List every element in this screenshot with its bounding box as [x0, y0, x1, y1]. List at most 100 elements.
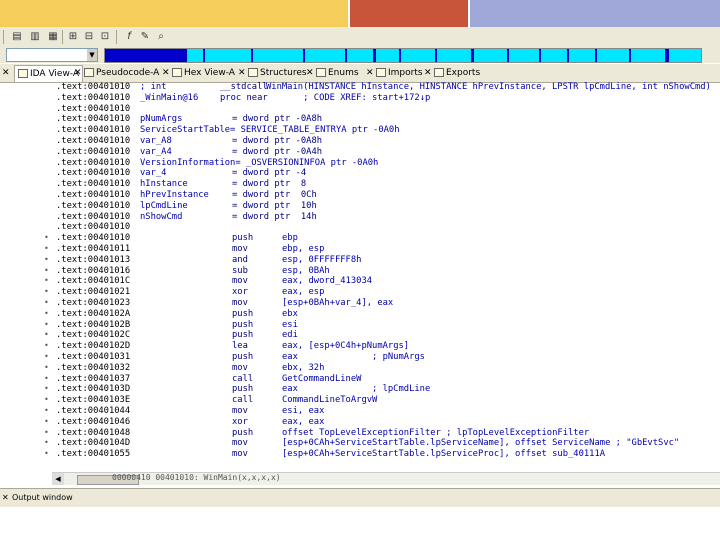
- listing-line[interactable]: .text:00401011 mov ebp, esp: [52, 244, 720, 255]
- line-label[interactable]: ; int: [140, 82, 166, 93]
- chart-icon[interactable]: ▥: [28, 30, 42, 43]
- tab-exports[interactable]: ✕ Exports: [424, 65, 480, 81]
- listing-line[interactable]: .text:0040102D lea eax, [esp+0C4h+pNumArgs…: [52, 341, 720, 352]
- close-icon[interactable]: ✕: [366, 65, 376, 81]
- line-label[interactable]: hInstance: [140, 179, 188, 190]
- line-operands[interactable]: edi: [282, 330, 298, 341]
- line-operands[interactable]: esi: [282, 320, 298, 331]
- disassembly-listing[interactable]: .text:00401010 ; int __stdcall WinMain(HINS…: [52, 82, 720, 460]
- tab-hex-view[interactable]: ✕ Hex View-A: [162, 65, 235, 81]
- line-label[interactable]: _WinMain@16: [140, 93, 198, 104]
- output-window[interactable]: [0, 507, 720, 540]
- listing-line[interactable]: .text:0040101C mov eax, dword_413034: [52, 276, 720, 287]
- line-operands[interactable]: eax: [282, 384, 298, 395]
- listing-line[interactable]: .text:00401013 and esp, 0FFFFFFF8h: [52, 255, 720, 266]
- line-label[interactable]: pNumArgs: [140, 114, 182, 125]
- close-icon[interactable]: ✕: [74, 65, 84, 81]
- line-label[interactable]: var_A4: [140, 147, 172, 158]
- line-operands[interactable]: [esp+0BAh+var_4], eax: [282, 298, 393, 309]
- line-operands[interactable]: eax: [282, 352, 298, 363]
- line-label[interactable]: lpCmdLine: [140, 201, 188, 212]
- flowchart-icon[interactable]: ▦: [46, 30, 60, 43]
- chevron-down-icon[interactable]: ▼: [87, 49, 97, 61]
- listing-line[interactable]: .text:00401010 var_A8 = dword ptr -0A8h: [52, 136, 720, 147]
- listing-line[interactable]: .text:0040103E call CommandLineToArgvW: [52, 395, 720, 406]
- line-operands[interactable]: ebx: [282, 309, 298, 320]
- line-operands[interactable]: esi, eax: [282, 406, 324, 417]
- xref-icon[interactable]: ⊞: [66, 30, 80, 43]
- segment-combo[interactable]: ▼: [6, 48, 98, 62]
- listing-line[interactable]: .text:00401010 pNumArgs = dword ptr -0A8h: [52, 114, 720, 125]
- listing-line[interactable]: .text:00401010 push ebp: [52, 233, 720, 244]
- line-operands[interactable]: ebx, 32h: [282, 363, 324, 374]
- xref-graph-icon[interactable]: ⊟: [82, 30, 96, 43]
- listing-line[interactable]: .text:00401044 mov esi, eax: [52, 406, 720, 417]
- struct-icon[interactable]: ⊡: [98, 30, 112, 43]
- listing-line[interactable]: .text:00401010 ; int __stdcall WinMain(HINS…: [52, 82, 720, 93]
- listing-line[interactable]: .text:00401010 lpCmdLine = dword ptr 10h: [52, 201, 720, 212]
- listing-line[interactable]: .text:00401031 push eax ; pNumArgs: [52, 352, 720, 363]
- tab-ida-view-close[interactable]: ✕: [2, 65, 12, 81]
- close-icon[interactable]: ✕: [2, 491, 12, 505]
- listing-line[interactable]: .text:00401010 _WinMain@16 proc near ; COD…: [52, 93, 720, 104]
- listing-line[interactable]: .text:0040102A push ebx: [52, 309, 720, 320]
- listing-line[interactable]: .text:00401010 hPrevInstance = dword ptr 0…: [52, 190, 720, 201]
- listing-line[interactable]: .text:00401010 hInstance = dword ptr 8: [52, 179, 720, 190]
- line-operands[interactable]: eax, esp: [282, 287, 324, 298]
- close-icon[interactable]: ✕: [424, 65, 434, 81]
- listing-line[interactable]: .text:00401010 var_4 = dword ptr -4: [52, 168, 720, 179]
- line-label[interactable]: var_4: [140, 168, 166, 179]
- line-operands[interactable]: ebp: [282, 233, 298, 244]
- tab-enums[interactable]: ✕ Enums: [306, 65, 359, 81]
- listing-line[interactable]: .text:00401021 xor eax, esp: [52, 287, 720, 298]
- line-operands[interactable]: esp, 0BAh: [282, 266, 330, 277]
- close-icon[interactable]: ✕: [306, 65, 316, 81]
- line-operands[interactable]: GetCommandLineW: [282, 374, 361, 385]
- listing-line[interactable]: .text:00401016 sub esp, 0BAh: [52, 266, 720, 277]
- listing-line[interactable]: .text:00401055 mov [esp+0CAh+ServiceStartT…: [52, 449, 720, 460]
- function-icon[interactable]: f: [122, 30, 136, 43]
- line-operands[interactable]: WinMain(HINSTANCE hInstance, HINSTANCE h…: [266, 82, 711, 93]
- script-icon[interactable]: ✎: [138, 30, 152, 43]
- listing-line[interactable]: .text:0040104D mov [esp+0CAh+ServiceStartT…: [52, 438, 720, 449]
- listing-line[interactable]: .text:00401046 xor eax, eax: [52, 417, 720, 428]
- line-operands[interactable]: eax, dword_413034: [282, 276, 372, 287]
- tab-output-window[interactable]: ✕ Output window: [2, 491, 73, 505]
- line-operands[interactable]: eax, eax: [282, 417, 324, 428]
- tab-imports[interactable]: ✕ Imports: [366, 65, 423, 81]
- line-operands[interactable]: offset TopLevelExceptionFilter ; lpTopLe…: [282, 428, 589, 439]
- line-label[interactable]: hPrevInstance: [140, 190, 209, 201]
- listing-line[interactable]: .text:00401010: [52, 104, 720, 115]
- listing-line[interactable]: .text:0040103D push eax ; lpCmdLine: [52, 384, 720, 395]
- tab-ida-view[interactable]: IDA View-A: [14, 65, 84, 82]
- listing-line[interactable]: .text:0040102B push esi: [52, 320, 720, 331]
- navigation-band[interactable]: [104, 48, 702, 63]
- listing-line[interactable]: .text:00401010 nShowCmd = dword ptr 14h: [52, 212, 720, 223]
- find-icon[interactable]: ⌕: [154, 30, 168, 43]
- listing-line[interactable]: .text:00401010 var_A4 = dword ptr -0A4h: [52, 147, 720, 158]
- line-operands[interactable]: ebp, esp: [282, 244, 324, 255]
- scroll-left-icon[interactable]: ◀: [52, 473, 64, 485]
- line-operands[interactable]: esp, 0FFFFFFF8h: [282, 255, 361, 266]
- close-icon[interactable]: ✕: [162, 65, 172, 81]
- line-label[interactable]: ServiceStartTable= SERVICE_TABLE_ENTRYA …: [140, 125, 400, 136]
- listing-line[interactable]: .text:0040102C push edi: [52, 330, 720, 341]
- tab-structures[interactable]: ✕ Structures: [238, 65, 307, 81]
- line-label[interactable]: var_A8: [140, 136, 172, 147]
- tab-pseudocode[interactable]: ✕ Pseudocode-A: [74, 65, 159, 81]
- listing-line[interactable]: .text:00401032 mov ebx, 32h: [52, 363, 720, 374]
- listing-line[interactable]: .text:00401010: [52, 222, 720, 233]
- line-operands[interactable]: [esp+0CAh+ServiceStartTable.lpServicePro…: [282, 449, 605, 460]
- listing-line[interactable]: .text:00401048 push offset TopLevelExcepti…: [52, 428, 720, 439]
- close-icon[interactable]: ✕: [2, 65, 12, 81]
- line-label[interactable]: nShowCmd: [140, 212, 182, 223]
- line-operands[interactable]: [esp+0CAh+ServiceStartTable.lpServiceNam…: [282, 438, 679, 449]
- line-operands[interactable]: ; CODE XREF: start+172↓p: [282, 93, 430, 104]
- listing-line[interactable]: .text:00401023 mov [esp+0BAh+var_4], eax: [52, 298, 720, 309]
- listing-line[interactable]: .text:00401010 ServiceStartTable= SERVICE…: [52, 125, 720, 136]
- line-label[interactable]: VersionInformation= _OSVERSIONINFOA ptr …: [140, 158, 378, 169]
- listing-line[interactable]: .text:00401010 VersionInformation= _OSVER…: [52, 158, 720, 169]
- list-icon[interactable]: ▤: [10, 30, 24, 43]
- close-icon[interactable]: ✕: [238, 65, 248, 81]
- line-operands[interactable]: eax, [esp+0C4h+pNumArgs]: [282, 341, 409, 352]
